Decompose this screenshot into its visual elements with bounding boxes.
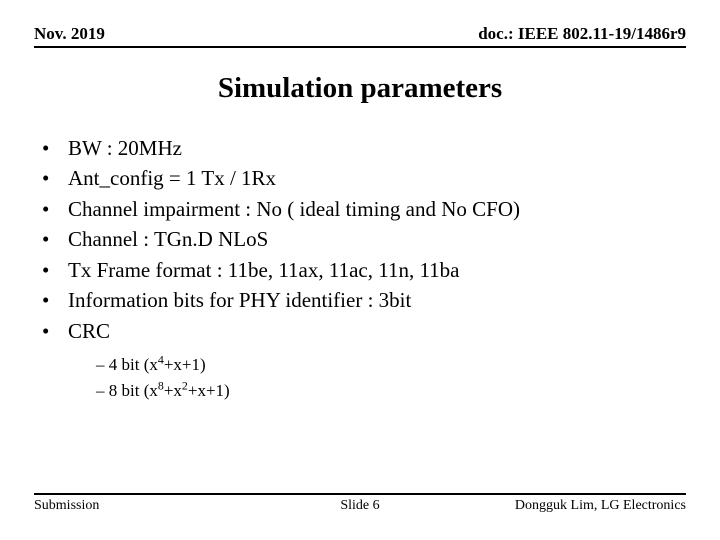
footer: Submission Slide 6 Dongguk Lim, LG Elect… <box>34 493 686 514</box>
bullet-text: Channel : TGn.D NLoS <box>68 224 268 254</box>
bullet-text: Information bits for PHY identifier : 3b… <box>68 285 411 315</box>
list-item: •BW : 20MHz <box>40 133 686 163</box>
bullet-text: Ant_config = 1 Tx / 1Rx <box>68 163 276 193</box>
list-item: •Tx Frame format : 11be, 11ax, 11ac, 11n… <box>40 255 686 285</box>
sub-list-item: 8 bit (x8+x2+x+1) <box>96 378 686 404</box>
bullet-text: Channel impairment : No ( ideal timing a… <box>68 194 520 224</box>
bullet-text: Tx Frame format : 11be, 11ax, 11ac, 11n,… <box>68 255 460 285</box>
footer-slide-number: Slide 6 <box>251 498 468 514</box>
footer-left: Submission <box>34 498 251 514</box>
header: Nov. 2019 doc.: IEEE 802.11-19/1486r9 <box>34 24 686 48</box>
list-item: •Information bits for PHY identifier : 3… <box>40 285 686 315</box>
bullet-text: BW : 20MHz <box>68 133 182 163</box>
list-item: •CRC <box>40 316 686 346</box>
list-item: •Channel : TGn.D NLoS <box>40 224 686 254</box>
footer-author: Dongguk Lim, LG Electronics <box>469 498 686 514</box>
header-date: Nov. 2019 <box>34 24 105 44</box>
sub-list-item: 4 bit (x4+x+1) <box>96 352 686 378</box>
sub-bullet-list: 4 bit (x4+x+1) 8 bit (x8+x2+x+1) <box>34 352 686 403</box>
page-title: Simulation parameters <box>34 72 686 105</box>
list-item: •Ant_config = 1 Tx / 1Rx <box>40 163 686 193</box>
bullet-text: CRC <box>68 316 110 346</box>
bullet-list: •BW : 20MHz •Ant_config = 1 Tx / 1Rx •Ch… <box>34 133 686 346</box>
header-doc: doc.: IEEE 802.11-19/1486r9 <box>478 24 686 44</box>
footer-divider <box>34 493 686 495</box>
list-item: •Channel impairment : No ( ideal timing … <box>40 194 686 224</box>
